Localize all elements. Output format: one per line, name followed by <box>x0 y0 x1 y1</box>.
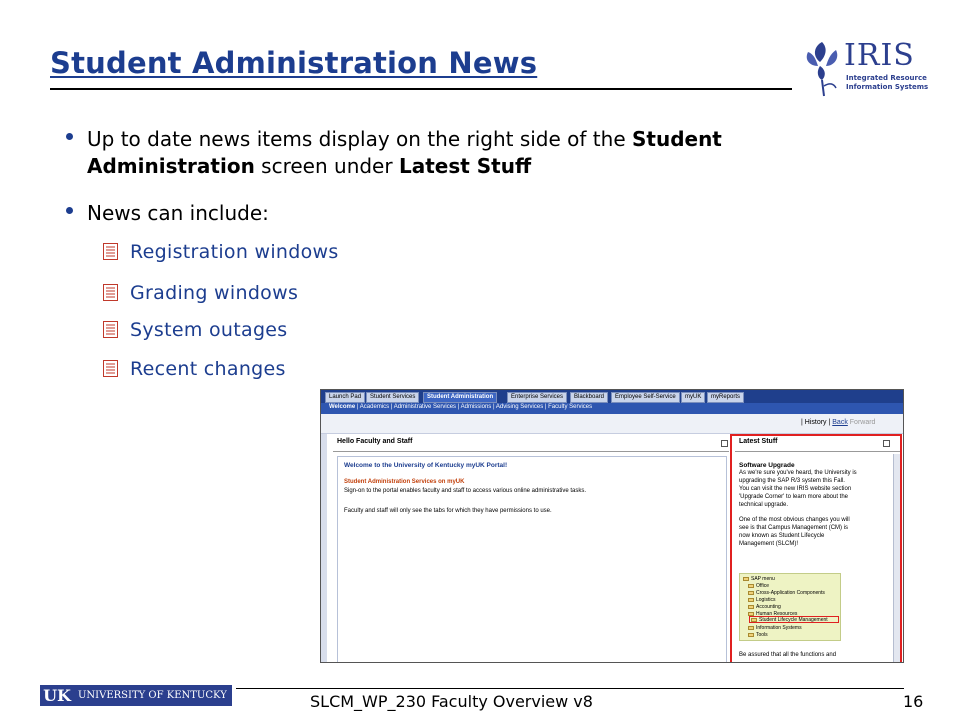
welcome-panel: Welcome to the University of Kentucky my… <box>337 456 727 662</box>
pane-header-hello: Hello Faculty and Staff <box>333 438 729 452</box>
back-link[interactable]: Back <box>832 419 848 426</box>
tab-student-services[interactable]: Student Services <box>366 392 420 403</box>
document-lines-icon <box>103 360 118 377</box>
welcome-title: Welcome to the University of Kentucky my… <box>344 462 508 469</box>
footer-doc-title: SLCM_WP_230 Faculty Overview v8 <box>310 692 593 711</box>
sub-item-registration-windows: Registration windows <box>130 241 339 263</box>
bullet-news-can-include: News can include: <box>87 201 269 225</box>
bullet-bold-term: Latest Stuff <box>398 154 532 178</box>
iris-tagline-2: Information Systems <box>846 83 929 91</box>
document-lines-icon <box>103 321 118 338</box>
footer-rule <box>236 688 904 689</box>
bullet-text-part: Up to date news items display on the rig… <box>87 127 632 151</box>
sub-nav-welcome[interactable]: Welcome <box>329 404 355 410</box>
bullet-dot <box>66 133 73 140</box>
sub-item-grading-windows: Grading windows <box>130 282 299 304</box>
iris-tagline-1: Integrated Resource <box>846 74 927 82</box>
minimize-icon[interactable] <box>721 440 728 447</box>
bullet-text-part: screen under <box>254 154 399 178</box>
portal-screenshot: Launch Pad Student Services Student Admi… <box>320 389 904 663</box>
portal-sub-nav: Welcome | Academics | Administrative Ser… <box>321 403 903 414</box>
tab-blackboard[interactable]: Blackboard <box>570 392 609 403</box>
uk-name: UNIVERSITY OF KENTUCKY <box>74 685 232 706</box>
iris-logo: IRIS Integrated Resource Information Sys… <box>800 36 928 98</box>
slide-title: Student Administration News <box>50 46 538 80</box>
bullet-dot <box>66 207 73 214</box>
latest-stuff-highlight-frame <box>730 434 902 662</box>
document-lines-icon <box>103 243 118 260</box>
sub-nav-other-links[interactable]: | Academics | Administrative Services | … <box>357 404 592 410</box>
forward-link[interactable]: Forward <box>850 419 876 426</box>
sub-item-system-outages: System outages <box>130 319 288 341</box>
page-number: 16 <box>903 692 924 711</box>
tab-student-administration[interactable]: Student Administration <box>423 392 498 403</box>
portal-top-nav: Launch Pad Student Services Student Admi… <box>321 390 903 403</box>
welcome-line-1: Sign-on to the portal enables faculty an… <box>344 488 587 494</box>
tab-employee-self-service[interactable]: Employee Self-Service <box>611 392 680 403</box>
welcome-line-2: Faculty and staff will only see the tabs… <box>344 508 552 514</box>
iris-wordmark: IRIS <box>844 38 915 73</box>
tab-myuk[interactable]: myUK <box>681 392 706 403</box>
history-controls: | History | Back Forward <box>801 419 876 426</box>
bullet-latest-news: Up to date news items display on the rig… <box>87 126 807 180</box>
sub-nav-links[interactable]: Welcome | Academics | Administrative Ser… <box>329 404 592 410</box>
title-underline-rule <box>50 88 792 90</box>
history-bar: | History | Back Forward <box>321 414 903 434</box>
uk-logo: UK UNIVERSITY OF KENTUCKY <box>40 685 232 706</box>
tab-launch-pad[interactable]: Launch Pad <box>325 392 366 403</box>
tab-enterprise-services[interactable]: Enterprise Services <box>507 392 568 403</box>
uk-mark: UK <box>40 685 74 706</box>
tab-myreports[interactable]: myReports <box>707 392 745 403</box>
sub-item-recent-changes: Recent changes <box>130 358 286 380</box>
iris-flower-icon <box>806 42 838 97</box>
left-nav-strip <box>321 434 327 662</box>
welcome-subtitle: Student Administration Services on myUK <box>344 479 465 485</box>
history-link[interactable]: History <box>805 419 827 426</box>
document-lines-icon <box>103 284 118 301</box>
